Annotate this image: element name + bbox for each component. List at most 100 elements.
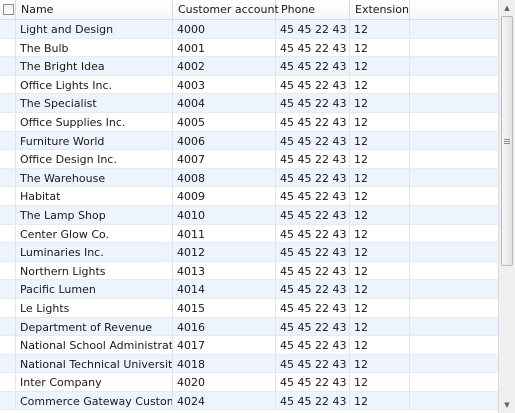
table-row[interactable]: Center Glow Co.401145 45 22 43 4512 xyxy=(0,224,498,244)
cell-phone[interactable]: 45 45 22 43 45 xyxy=(276,112,350,131)
table-row[interactable]: National School Administration 4017 45 45 … xyxy=(0,336,498,355)
cell-name[interactable]: National School Administration xyxy=(16,336,173,355)
cell-customer-account[interactable]: 4002 xyxy=(173,57,276,76)
cell-name[interactable]: Center Glow Co. xyxy=(16,224,173,243)
cell-extension[interactable]: 12 xyxy=(350,373,410,392)
cell-name[interactable]: Furniture World xyxy=(16,131,173,150)
cell-name[interactable]: Office Lights Inc. xyxy=(16,75,173,94)
table-row[interactable]: Light and Design400045 45 22 43 4512 xyxy=(0,20,498,39)
table-row[interactable]: The Bright Idea400245 45 22 43 4512 xyxy=(0,57,498,76)
column-header-phone[interactable]: Phone xyxy=(276,0,350,19)
cell-extension[interactable]: 12 xyxy=(350,391,410,410)
cell-phone[interactable]: 45 45 22 43 45 xyxy=(276,187,350,206)
cell-phone[interactable]: 45 45 22 43 45 xyxy=(276,20,350,38)
column-header-customer-account[interactable]: Customer account xyxy=(173,0,279,19)
cell-phone[interactable]: 45 45 22 43 45 xyxy=(276,205,350,224)
cell-name[interactable]: Northern Lights xyxy=(16,261,173,280)
table-row[interactable]: Northern Lights401345 45 22 43 4512 xyxy=(0,261,498,281)
cell-name[interactable]: Luminaries Inc. xyxy=(16,243,173,262)
cell-customer-account[interactable]: 4001 xyxy=(173,38,276,57)
cell-name[interactable]: Department of Revenue xyxy=(16,317,173,336)
cell-phone[interactable]: 45 45 22 43 45 xyxy=(276,354,350,373)
cell-phone[interactable]: 45 45 22 43 45 xyxy=(276,373,350,392)
cell-phone[interactable]: 45 45 22 43 45 xyxy=(276,75,350,94)
cell-extension[interactable]: 12 xyxy=(350,243,410,262)
cell-phone[interactable]: 45 45 22 43 45 xyxy=(276,38,350,57)
cell-customer-account[interactable]: 4015 xyxy=(173,298,276,317)
select-all-cell[interactable] xyxy=(0,0,16,19)
cell-customer-account[interactable]: 4016 xyxy=(173,317,276,336)
table-row[interactable]: The Lamp Shop401045 45 22 43 4512 xyxy=(0,205,498,225)
cell-customer-account[interactable]: 4011 xyxy=(173,224,276,243)
vertical-scrollbar[interactable]: ▲ ▼ xyxy=(498,0,515,413)
cell-name[interactable]: The Bright Idea xyxy=(16,57,173,76)
table-row[interactable]: National Technical University 4018 45 45 2… xyxy=(0,354,498,374)
cell-extension[interactable]: 12 xyxy=(350,280,410,299)
cell-customer-account[interactable]: 4024 xyxy=(173,391,276,410)
cell-phone[interactable]: 45 45 22 43 45 xyxy=(276,298,350,317)
cell-name[interactable]: The Warehouse xyxy=(16,168,173,187)
cell-customer-account[interactable]: 4013 xyxy=(173,261,276,280)
scroll-up-arrow-icon[interactable]: ▲ xyxy=(499,0,515,16)
cell-name[interactable]: Light and Design xyxy=(16,20,173,38)
cell-extension[interactable]: 12 xyxy=(350,57,410,76)
table-row[interactable]: Pacific Lumen401445 45 22 43 4512 xyxy=(0,280,498,299)
scroll-down-arrow-icon[interactable]: ▼ xyxy=(499,397,515,413)
cell-name[interactable]: The Bulb xyxy=(16,38,173,57)
cell-customer-account[interactable]: 4004 xyxy=(173,94,276,113)
cell-customer-account[interactable]: 4003 xyxy=(173,75,276,94)
cell-phone[interactable]: 45 45 22 43 45 xyxy=(276,168,350,187)
cell-customer-account[interactable]: 4018 xyxy=(173,354,276,373)
table-row[interactable]: Furniture World400645 45 22 43 4512 xyxy=(0,131,498,151)
cell-phone[interactable]: 45 45 22 43 45 xyxy=(276,224,350,243)
cell-customer-account[interactable]: 4017 xyxy=(173,336,276,355)
cell-customer-account[interactable]: 4008 xyxy=(173,168,276,187)
cell-name[interactable]: Pacific Lumen xyxy=(16,280,173,299)
cell-extension[interactable]: 12 xyxy=(350,94,410,113)
cell-extension[interactable]: 12 xyxy=(350,38,410,57)
cell-name[interactable]: The Lamp Shop xyxy=(16,205,173,224)
cell-customer-account[interactable]: 4009 xyxy=(173,187,276,206)
cell-phone[interactable]: 45 45 22 43 45 xyxy=(276,280,350,299)
cell-phone[interactable]: 45 45 22 43 45 xyxy=(276,150,350,169)
cell-extension[interactable]: 12 xyxy=(350,354,410,373)
cell-phone[interactable]: 45 45 22 43 45 xyxy=(276,94,350,113)
table-row[interactable]: Habitat400945 45 22 43 4512 xyxy=(0,187,498,206)
cell-customer-account[interactable]: 4000 xyxy=(173,20,276,38)
cell-extension[interactable]: 12 xyxy=(350,131,410,150)
cell-phone[interactable]: 45 45 22 43 45 xyxy=(276,261,350,280)
cell-name[interactable]: Office Supplies Inc. xyxy=(16,112,173,131)
cell-extension[interactable]: 12 xyxy=(350,317,410,336)
cell-extension[interactable]: 12 xyxy=(350,298,410,317)
cell-phone[interactable]: 45 45 22 43 45 xyxy=(276,391,350,410)
table-row[interactable]: Office Supplies Inc.400545 45 22 43 4512 xyxy=(0,112,498,132)
table-row[interactable]: Inter Company402045 45 22 43 4512 xyxy=(0,373,498,392)
cell-phone[interactable]: 45 45 22 43 45 xyxy=(276,243,350,262)
cell-extension[interactable]: 12 xyxy=(350,261,410,280)
cell-name[interactable]: Le Lights xyxy=(16,298,173,317)
cell-phone[interactable]: 45 45 22 43 45 xyxy=(276,57,350,76)
cell-customer-account[interactable]: 4020 xyxy=(173,373,276,392)
table-row[interactable]: The Warehouse400845 45 22 43 4512 xyxy=(0,168,498,188)
table-row[interactable]: Office Lights Inc.400345 45 22 43 4512 xyxy=(0,75,498,95)
cell-customer-account[interactable]: 4006 xyxy=(173,131,276,150)
cell-extension[interactable]: 12 xyxy=(350,336,410,355)
table-row[interactable]: Le Lights401545 45 22 43 4512 xyxy=(0,298,498,318)
cell-name[interactable]: Inter Company xyxy=(16,373,173,392)
column-header-name[interactable]: Name xyxy=(16,0,173,19)
cell-customer-account[interactable]: 4007 xyxy=(173,150,276,169)
cell-name[interactable]: Habitat xyxy=(16,187,173,206)
column-header-extension[interactable]: Extension xyxy=(350,0,410,19)
cell-extension[interactable]: 12 xyxy=(350,20,410,38)
cell-extension[interactable]: 12 xyxy=(350,150,410,169)
cell-phone[interactable]: 45 45 22 43 45 xyxy=(276,336,350,355)
cell-phone[interactable]: 45 45 22 43 45 xyxy=(276,131,350,150)
table-row[interactable]: The Specialist400445 45 22 43 4512 xyxy=(0,94,498,113)
cell-name[interactable]: Commerce Gateway Customer xyxy=(16,391,173,410)
cell-phone[interactable]: 45 45 22 43 45 xyxy=(276,317,350,336)
cell-extension[interactable]: 12 xyxy=(350,205,410,224)
table-row[interactable]: The Bulb400145 45 22 43 4512 xyxy=(0,38,498,58)
table-row[interactable]: Office Design Inc.400745 45 22 43 4512 xyxy=(0,150,498,169)
cell-extension[interactable]: 12 xyxy=(350,75,410,94)
cell-name[interactable]: National Technical University xyxy=(16,354,173,373)
